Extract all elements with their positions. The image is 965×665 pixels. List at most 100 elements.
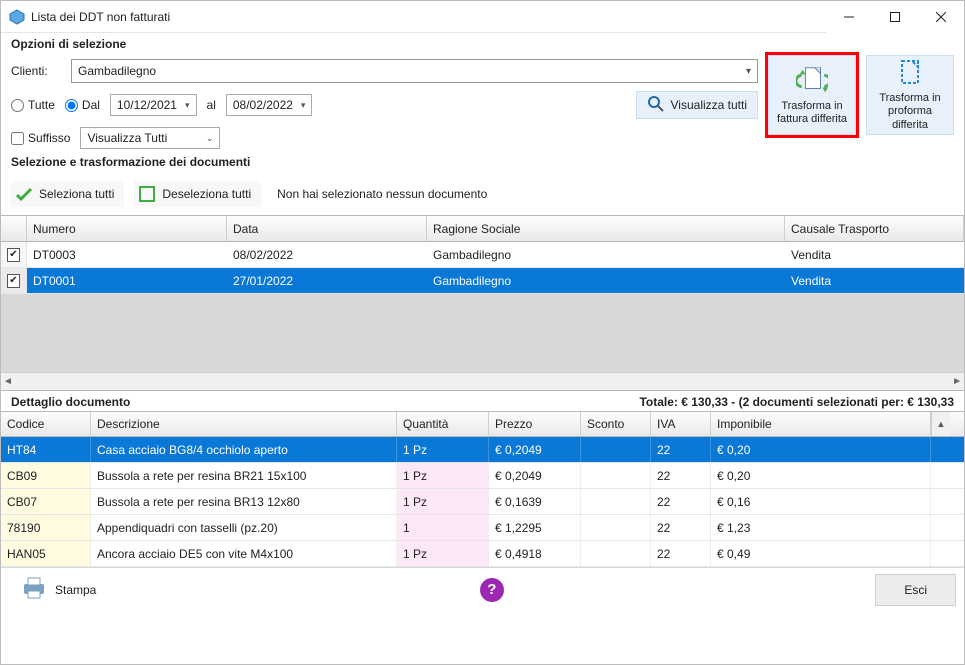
horizontal-scrollbar[interactable]: ◄► [1,372,964,390]
cell-causale: Vendita [785,274,964,288]
maximize-button[interactable] [872,1,918,33]
transform-proforma-icon [894,58,926,88]
table-row[interactable]: ✔DT000127/01/2022GambadilegnoVendita [1,268,964,294]
documents-grid-header: Numero Data Ragione Sociale Causale Tras… [1,216,964,242]
suffisso-checkbox[interactable]: Suffisso [11,131,70,145]
col-quantita[interactable]: Quantità [397,412,489,436]
clienti-value: Gambadilegno [78,64,156,78]
selection-status: Non hai selezionato nessun documento [277,187,487,201]
cell-ragione: Gambadilegno [427,248,785,262]
trasforma-proforma-button[interactable]: Trasforma in proforma differita [866,55,954,135]
cell-sconto [581,437,651,462]
options-header: Opzioni di selezione [11,37,954,51]
cell-prezzo: € 0,1639 [489,489,581,514]
deselect-all-button[interactable]: Deseleziona tutti [134,181,261,207]
detail-header: Dettaglio documento [11,395,130,409]
transform-invoice-icon [796,64,828,96]
chevron-down-icon: ▾ [185,100,190,111]
col-prezzo[interactable]: Prezzo [489,412,581,436]
cell-data: 27/01/2022 [227,274,427,288]
col-codice[interactable]: Codice [1,412,91,436]
uncheck-all-icon [138,185,156,203]
cell-data: 08/02/2022 [227,248,427,262]
cell-quantita: 1 Pz [397,463,489,488]
date-to-input[interactable]: 08/02/2022▾ [226,94,313,116]
cell-imponibile: € 0,20 [711,463,931,488]
cell-prezzo: € 0,4918 [489,541,581,566]
cell-sconto [581,515,651,540]
titlebar: Lista dei DDT non fatturati [1,1,964,33]
clienti-combo[interactable]: Gambadilegno ▾ [71,59,758,83]
col-imponibile[interactable]: Imponibile [711,412,931,436]
table-row[interactable]: HAN05Ancora acciaio DE5 con vite M4x1001… [1,541,964,567]
app-icon [9,9,25,25]
cell-codice: CB09 [1,463,91,488]
scroll-up-icon[interactable]: ▲ [931,412,950,436]
cell-iva: 22 [651,463,711,488]
table-row[interactable]: CB07Bussola a rete per resina BR13 12x80… [1,489,964,515]
cell-quantita: 1 Pz [397,541,489,566]
cell-prezzo: € 0,2049 [489,463,581,488]
window-title: Lista dei DDT non fatturati [31,10,826,24]
cell-prezzo: € 0,2049 [489,437,581,462]
col-sconto[interactable]: Sconto [581,412,651,436]
cell-imponibile: € 0,16 [711,489,931,514]
close-button[interactable] [918,1,964,33]
cell-descrizione: Appendiquadri con tasselli (pz.20) [91,515,397,540]
table-row[interactable]: HT84Casa acciaio BG8/4 occhiolo aperto1 … [1,437,964,463]
cell-numero: DT0003 [27,248,227,262]
row-checkbox[interactable]: ✔ [1,242,27,267]
detail-total: Totale: € 130,33 - (2 documenti selezion… [639,395,954,409]
stampa-button[interactable]: Stampa [9,574,108,606]
cell-sconto [581,463,651,488]
printer-icon [21,577,47,602]
minimize-button[interactable] [826,1,872,33]
search-icon [647,95,665,116]
al-label: al [207,98,216,112]
cell-prezzo: € 1,2295 [489,515,581,540]
chevron-down-icon: ▾ [746,66,751,77]
trasforma-fattura-button[interactable]: Trasforma in fattura differita [768,55,856,135]
cell-quantita: 1 [397,515,489,540]
cell-causale: Vendita [785,248,964,262]
cell-iva: 22 [651,541,711,566]
cell-codice: HAN05 [1,541,91,566]
selection-header: Selezione e trasformazione dei documenti [11,155,954,169]
cell-imponibile: € 0,49 [711,541,931,566]
select-all-button[interactable]: Seleziona tutti [11,181,124,207]
date-from-input[interactable]: 10/12/2021▾ [110,94,197,116]
col-iva[interactable]: IVA [651,412,711,436]
tutte-radio[interactable]: Tutte [11,98,55,112]
chevron-down-icon: ⌄ [206,133,214,144]
suffisso-combo[interactable]: Visualizza Tutti⌄ [80,127,220,149]
cell-descrizione: Bussola a rete per resina BR13 12x80 [91,489,397,514]
cell-descrizione: Bussola a rete per resina BR21 15x100 [91,463,397,488]
cell-iva: 22 [651,437,711,462]
col-descrizione[interactable]: Descrizione [91,412,397,436]
chevron-down-icon: ▾ [301,100,306,111]
cell-iva: 22 [651,489,711,514]
cell-descrizione: Casa acciaio BG8/4 occhiolo aperto [91,437,397,462]
cell-ragione: Gambadilegno [427,274,785,288]
cell-sconto [581,541,651,566]
dal-radio[interactable]: Dal [65,98,100,112]
cell-codice: CB07 [1,489,91,514]
col-data[interactable]: Data [227,216,427,241]
esci-button[interactable]: Esci [875,574,956,606]
cell-iva: 22 [651,515,711,540]
table-row[interactable]: ✔DT000308/02/2022GambadilegnoVendita [1,242,964,268]
cell-descrizione: Ancora acciaio DE5 con vite M4x100 [91,541,397,566]
cell-codice: 78190 [1,515,91,540]
table-row[interactable]: CB09Bussola a rete per resina BR21 15x10… [1,463,964,489]
table-row[interactable]: 78190Appendiquadri con tasselli (pz.20)1… [1,515,964,541]
cell-sconto [581,489,651,514]
col-ragione[interactable]: Ragione Sociale [427,216,785,241]
col-numero[interactable]: Numero [27,216,227,241]
check-all-icon [15,185,33,203]
visualizza-tutti-button[interactable]: Visualizza tutti [636,91,758,119]
help-button[interactable]: ? [480,578,504,602]
col-causale[interactable]: Causale Trasporto [785,216,964,241]
cell-numero: DT0001 [27,274,227,288]
cell-imponibile: € 0,20 [711,437,931,462]
row-checkbox[interactable]: ✔ [1,268,27,293]
